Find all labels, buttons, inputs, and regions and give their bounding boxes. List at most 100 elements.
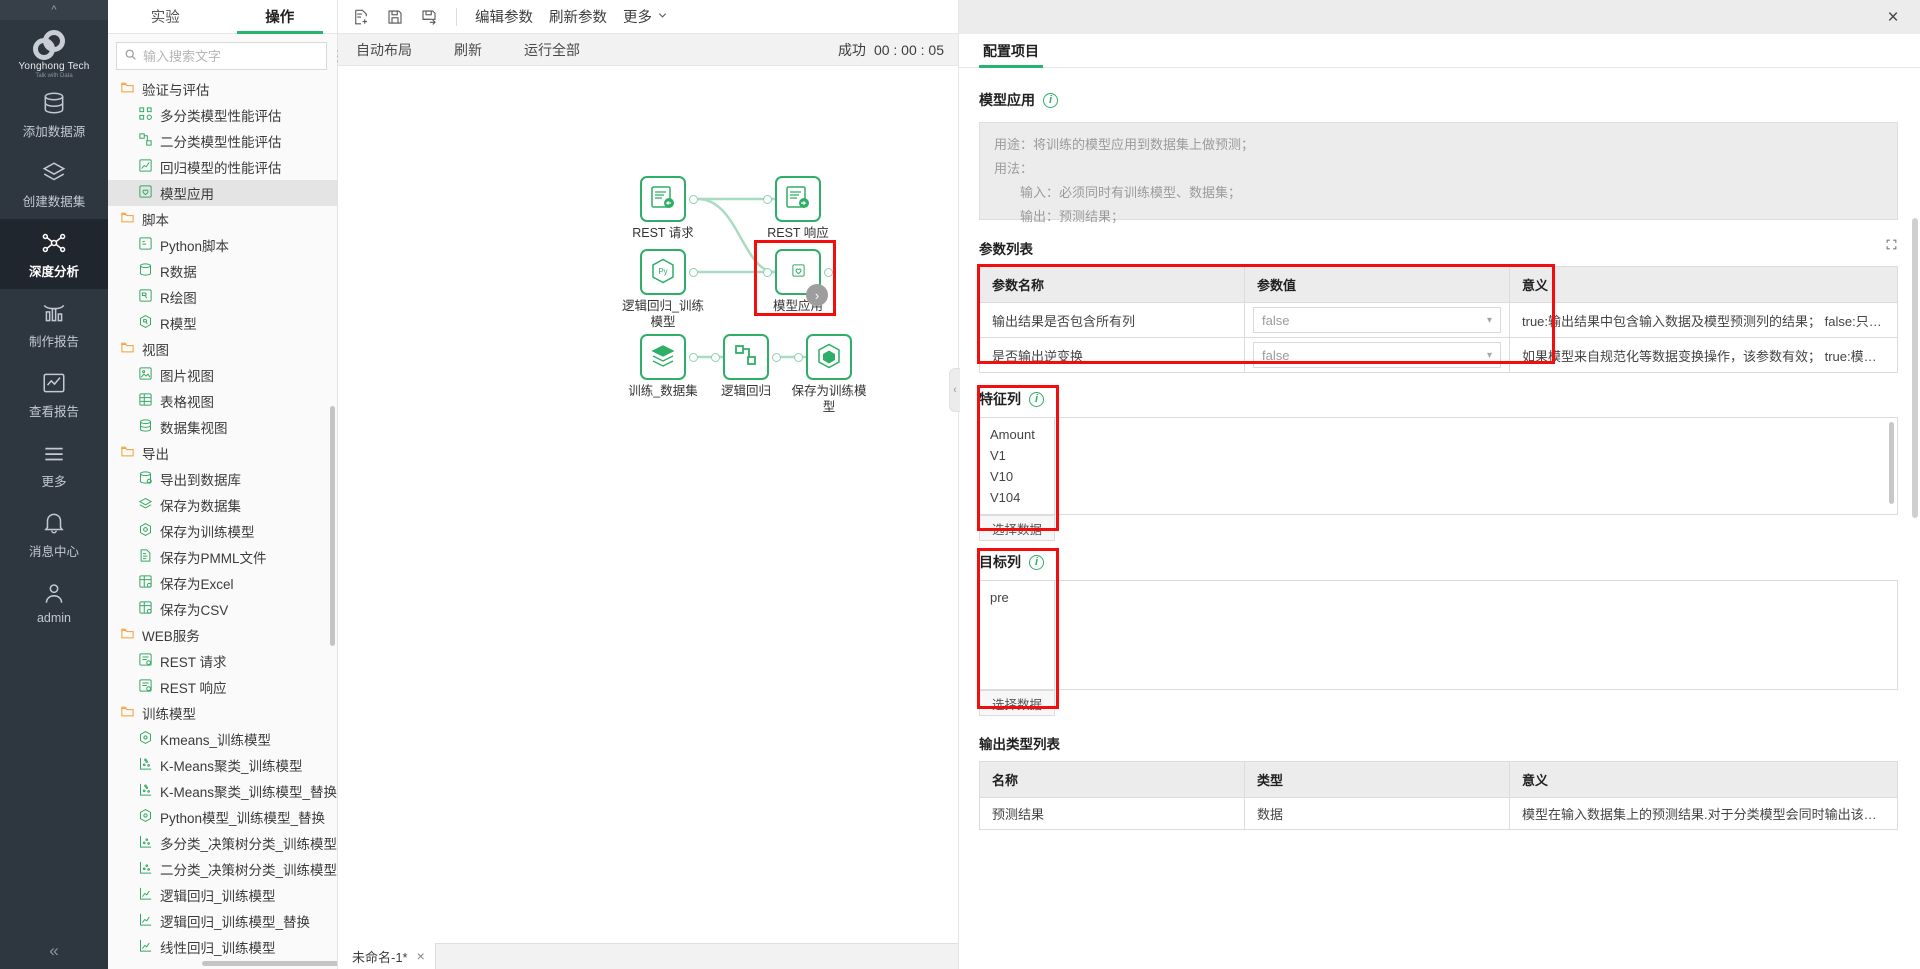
tree-group-1[interactable]: 脚本	[108, 206, 337, 232]
rail-item-view-report[interactable]: 查看报告	[0, 359, 108, 429]
tree-group-2[interactable]: 视图	[108, 336, 337, 362]
search-box[interactable]	[116, 42, 327, 70]
tree-item-2-1[interactable]: 表格视图	[108, 388, 337, 414]
list-item[interactable]: V104	[980, 487, 1054, 508]
panel-vertical-scrollbar[interactable]	[1912, 218, 1918, 518]
node-port-r[interactable]	[772, 353, 781, 362]
tree-item-0-0[interactable]: 多分类模型性能评估	[108, 102, 337, 128]
workflow-canvas[interactable]: REST 请求 REST 响应 Py 逻辑回归_训练 模型 模型应用 › 训练_数据集 逻辑回归…	[338, 66, 958, 943]
target-column-list[interactable]: pre	[979, 580, 1055, 690]
refresh-params-button[interactable]: 刷新参数	[549, 6, 607, 27]
more-menu-button[interactable]: 更多	[623, 6, 668, 27]
tree-group-5[interactable]: 训练模型	[108, 700, 337, 726]
expand-icon[interactable]	[1885, 238, 1898, 254]
tree-group-0[interactable]: 验证与评估	[108, 76, 337, 102]
node-box[interactable]	[711, 334, 781, 380]
tree-item-3-4[interactable]: 保存为Excel	[108, 570, 337, 596]
panel-collapse-handle[interactable]: ‹	[949, 368, 960, 412]
tree-item-5-0[interactable]: Kmeans_训练模型	[108, 726, 337, 752]
edit-params-button[interactable]: 编辑参数	[475, 6, 533, 27]
node-port-l[interactable]	[763, 195, 772, 204]
tree-item-5-3[interactable]: Python模型_训练模型_替换	[108, 804, 337, 830]
feature-list-scrollbar[interactable]	[1889, 422, 1894, 504]
tree-item-1-2[interactable]: R绘图	[108, 284, 337, 310]
feature-pick-data-button[interactable]: 选择数据	[979, 515, 1055, 541]
tree-item-5-8[interactable]: 线性回归_训练模型	[108, 934, 337, 960]
tree-item-3-5[interactable]: 保存为CSV	[108, 596, 337, 622]
node-box[interactable]	[794, 334, 852, 380]
info-icon[interactable]: i	[1029, 554, 1044, 570]
tree-horizontal-scrollbar[interactable]	[202, 961, 337, 966]
tree-item-3-1[interactable]: 保存为数据集	[108, 492, 337, 518]
list-item[interactable]: pre	[980, 587, 1054, 608]
node-port-r[interactable]	[689, 268, 698, 277]
tree-group-4[interactable]: WEB服务	[108, 622, 337, 648]
node-port-r[interactable]	[689, 353, 698, 362]
list-item[interactable]: Amount	[980, 424, 1054, 445]
tree-item-5-7[interactable]: 逻辑回归_训练模型_替换	[108, 908, 337, 934]
save-as-icon[interactable]	[420, 8, 438, 26]
tree-item-5-1[interactable]: K-Means聚类_训练模型	[108, 752, 337, 778]
close-icon[interactable]: ×	[1882, 6, 1904, 28]
tab-operations[interactable]: 操作	[223, 0, 338, 34]
node-box[interactable]	[763, 176, 821, 222]
node-port-l[interactable]	[794, 353, 803, 362]
auto-layout-button[interactable]: 自动布局	[356, 40, 412, 60]
rail-item-create-dataset[interactable]: 创建数据集	[0, 149, 108, 219]
list-item[interactable]: V1	[980, 445, 1054, 466]
tree-item-5-5[interactable]: 二分类_决策树分类_训练模型	[108, 856, 337, 882]
rail-collapse-toggle[interactable]: ^	[0, 0, 108, 20]
run-all-button[interactable]: 运行全部	[524, 40, 580, 60]
tree-item-0-3[interactable]: 模型应用	[108, 180, 337, 206]
save-icon[interactable]	[386, 8, 404, 26]
tree-item-3-2[interactable]: 保存为训练模型	[108, 518, 337, 544]
canvas-node-rest_resp[interactable]: REST 响应	[763, 176, 829, 242]
node-expand-arrow[interactable]: ›	[806, 284, 828, 306]
tree-item-3-0[interactable]: 导出到数据库	[108, 466, 337, 492]
canvas-node-train_dataset[interactable]: 训练_数据集	[628, 334, 698, 400]
tab-config-items[interactable]: 配置项目	[979, 34, 1043, 68]
document-tab[interactable]: 未命名-1* ×	[338, 943, 436, 969]
param-value-select[interactable]: false ▾	[1253, 342, 1501, 368]
node-box[interactable]	[640, 176, 698, 222]
node-port-l[interactable]	[763, 268, 772, 277]
rail-item-more[interactable]: 更多	[0, 429, 108, 499]
tree-item-3-3[interactable]: 保存为PMML文件	[108, 544, 337, 570]
tree-item-5-4[interactable]: 多分类_决策树分类_训练模型	[108, 830, 337, 856]
rail-item-message-center[interactable]: 消息中心	[0, 499, 108, 569]
canvas-node-logistic[interactable]: 逻辑回归	[711, 334, 781, 400]
rail-item-deep-analysis[interactable]: 深度分析	[0, 219, 108, 289]
tree-item-2-2[interactable]: 数据集视图	[108, 414, 337, 440]
tree-item-0-2[interactable]: 回归模型的性能评估	[108, 154, 337, 180]
param-value-select[interactable]: false ▾	[1253, 307, 1501, 333]
node-port-r[interactable]	[824, 268, 833, 277]
canvas-node-rest_req[interactable]: REST 请求	[632, 176, 698, 242]
rail-item-admin[interactable]: admin	[0, 569, 108, 634]
tree-item-0-1[interactable]: 二分类模型性能评估	[108, 128, 337, 154]
canvas-node-logistic_train[interactable]: Py 逻辑回归_训练 模型	[622, 249, 704, 330]
info-icon[interactable]: i	[1043, 92, 1058, 108]
tree-item-1-3[interactable]: R模型	[108, 310, 337, 336]
new-doc-icon[interactable]	[352, 8, 370, 26]
tree-item-5-6[interactable]: 逻辑回归_训练模型	[108, 882, 337, 908]
tree-item-2-0[interactable]: 图片视图	[108, 362, 337, 388]
chevron-double-left-icon[interactable]: «	[49, 941, 58, 960]
rail-item-make-report[interactable]: 制作报告	[0, 289, 108, 359]
tree-item-1-0[interactable]: Python脚本	[108, 232, 337, 258]
tree-item-1-1[interactable]: R数据	[108, 258, 337, 284]
canvas-node-save_train_model[interactable]: 保存为训练模型	[791, 334, 867, 415]
tab-experiment[interactable]: 实验	[108, 0, 223, 33]
info-icon[interactable]: i	[1029, 391, 1044, 407]
node-box[interactable]	[640, 334, 698, 380]
canvas-node-model_apply[interactable]: 模型应用 ›	[763, 249, 833, 315]
tree-item-4-0[interactable]: REST 请求	[108, 648, 337, 674]
target-pick-data-button[interactable]: 选择数据	[979, 690, 1055, 716]
node-box[interactable]: Py	[640, 249, 698, 295]
search-input[interactable]	[143, 48, 319, 64]
close-icon[interactable]: ×	[417, 948, 425, 964]
node-port-l[interactable]	[711, 353, 720, 362]
rail-item-add-datasource[interactable]: 添加数据源	[0, 79, 108, 149]
tree-item-4-1[interactable]: REST 响应	[108, 674, 337, 700]
tree-group-3[interactable]: 导出	[108, 440, 337, 466]
node-port-r[interactable]	[689, 195, 698, 204]
